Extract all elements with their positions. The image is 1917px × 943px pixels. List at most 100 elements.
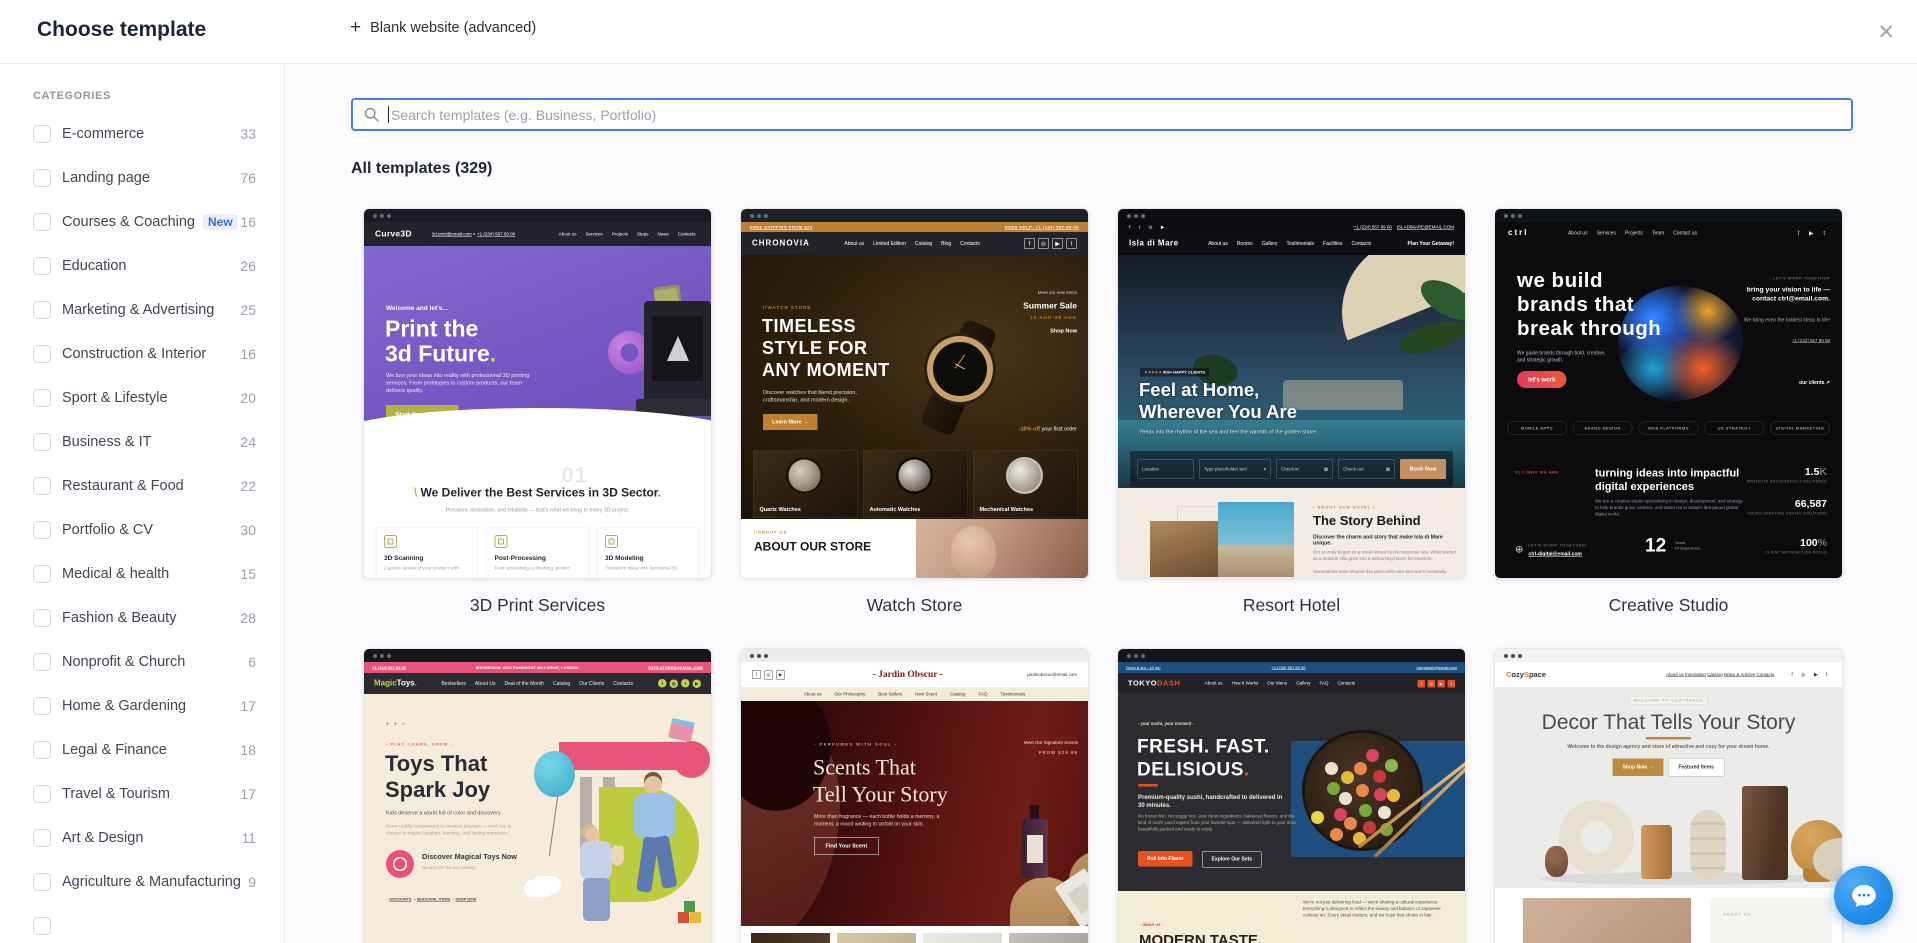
chat-widget-button[interactable] <box>1834 866 1893 925</box>
category-item[interactable]: Business & IT24 <box>0 420 284 464</box>
thumb-about-section: - about us - MODERN TASTE. We're not jus… <box>1118 891 1465 943</box>
category-item[interactable]: Portfolio & CV30 <box>0 508 284 552</box>
search-input[interactable] <box>389 107 1841 123</box>
thumb-hero-buttons: Shop Now → Featured Items <box>1495 758 1842 777</box>
browser-chrome <box>741 209 1088 222</box>
category-item[interactable]: Marketing & Advertising25 <box>0 288 284 332</box>
checkbox[interactable] <box>33 477 51 495</box>
category-item[interactable]: Landing page 76 <box>0 156 284 200</box>
checkbox[interactable] <box>33 609 51 627</box>
template-card-resort-hotel[interactable]: f t ◎ ▶ +1 (234) 567 89 00 ISLADIMARE@EM… <box>1117 208 1466 579</box>
plus-icon: + <box>350 21 361 35</box>
category-label: Restaurant & Food <box>62 478 184 494</box>
checkbox[interactable] <box>33 125 51 143</box>
category-count: 76 <box>240 170 256 186</box>
category-item[interactable]: Fashion & Beauty 28 <box>0 596 284 640</box>
category-item[interactable]: Education 26 <box>0 244 284 288</box>
category-item[interactable]: Legal & Finance 18 <box>0 728 284 772</box>
blank-website-button[interactable]: + Blank website (advanced) <box>350 20 536 36</box>
template-card-perfume[interactable]: f◎▶ - Jardin Obscur - jardinobscur@email… <box>740 648 1089 943</box>
thumb-nav: Isla di Mare About usRoomsGalleryTestimo… <box>1118 232 1465 255</box>
template-card-3d-print[interactable]: Curve3D 3d.print@email.com ● +1 (234) 56… <box>363 208 712 579</box>
category-label: Fashion & Beauty <box>62 610 176 626</box>
checkbox[interactable] <box>33 829 51 847</box>
category-item-partial[interactable] <box>0 904 284 943</box>
checkbox[interactable] <box>33 741 51 759</box>
category-item[interactable]: Medical & health15 <box>0 552 284 596</box>
category-item[interactable]: Nonprofit & Church6 <box>0 640 284 684</box>
category-count: 26 <box>240 258 256 274</box>
thumb-hero: - PERFUMES WITH SOUL - Scents ThatTell Y… <box>741 701 1088 926</box>
search-icon <box>363 106 380 123</box>
template-cell: FREE SHIPPING FROM $20NEED HELP: +1 (234… <box>740 208 1089 648</box>
checkbox[interactable] <box>33 653 51 671</box>
thumb-nav: TOKYODASH About usHow It WorksOur MenuGa… <box>1118 673 1465 693</box>
search-bar[interactable] <box>351 98 1853 131</box>
template-cell: ctrl About usServicesProjectsTeamContact… <box>1494 208 1843 648</box>
category-count: 18 <box>240 742 256 758</box>
checkbox[interactable] <box>33 213 51 231</box>
checkbox[interactable] <box>33 917 51 935</box>
thumb-nav: CozySpace About us Inspiration Catalog N… <box>1495 662 1842 687</box>
category-label: Sport & Lifestyle <box>62 390 168 406</box>
category-label: Landing page <box>62 170 150 186</box>
checkbox[interactable] <box>33 873 51 891</box>
category-item[interactable]: Home & Gardening17 <box>0 684 284 728</box>
thumb-services-section: 01 \ We Deliver the Best Services in 3D … <box>364 432 711 578</box>
category-item[interactable]: Art & Design11 <box>0 816 284 860</box>
category-label: Nonprofit & Church <box>62 654 185 670</box>
category-item[interactable]: Agriculture & Manufacturing9 <box>0 860 284 904</box>
category-item[interactable]: Restaurant & Food 22 <box>0 464 284 508</box>
checkbox[interactable] <box>33 301 51 319</box>
template-card-creative-studio[interactable]: ctrl About usServicesProjectsTeamContact… <box>1494 208 1843 579</box>
checkbox[interactable] <box>33 345 51 363</box>
category-count: 17 <box>240 786 256 802</box>
template-cell: CozySpace About us Inspiration Catalog N… <box>1494 648 1843 943</box>
category-item[interactable]: Courses & CoachingNew16 <box>0 200 284 244</box>
category-label: Legal & Finance <box>62 742 167 758</box>
categories-heading: CATEGORIES <box>33 90 284 102</box>
thumb-hero: ★★★★★ 900+ HAPPY CLIENTS Feel at Home,Wh… <box>1118 255 1465 488</box>
category-count: 28 <box>240 610 256 626</box>
thumb-topbar: FREE SHIPPING FROM $20NEED HELP: +1 (234… <box>741 222 1088 232</box>
template-card-watch-store[interactable]: FREE SHIPPING FROM $20NEED HELP: +1 (234… <box>740 208 1089 579</box>
checkbox[interactable] <box>33 257 51 275</box>
category-item[interactable]: Sport & Lifestyle 20 <box>0 376 284 420</box>
thumb-header: f◎▶ - Jardin Obscur - jardinobscur@email… <box>741 662 1088 687</box>
category-item[interactable]: Construction & Interior16 <box>0 332 284 376</box>
close-icon[interactable]: ✕ <box>1873 16 1899 49</box>
browser-chrome <box>741 649 1088 662</box>
category-count: 22 <box>240 478 256 494</box>
browser-chrome <box>1118 649 1465 662</box>
categories-sidebar: CATEGORIES E-commerce33 Landing page 76 Cou… <box>0 64 285 943</box>
template-cell: f t ◎ ▶ +1 (234) 567 89 00 ISLADIMARE@EM… <box>1117 208 1466 648</box>
checkbox[interactable] <box>33 389 51 407</box>
thumb-nav: MagicToys. BestsellersAbout UsDeal of th… <box>364 673 711 694</box>
browser-chrome <box>1495 649 1842 662</box>
thumb-topbar: f t ◎ ▶ +1 (234) 567 89 00 ISLADIMARE@EM… <box>1118 222 1465 232</box>
template-card-decor[interactable]: CozySpace About us Inspiration Catalog N… <box>1494 648 1843 943</box>
category-label: Travel & Tourism <box>62 786 170 802</box>
checkbox[interactable] <box>33 565 51 583</box>
chat-bubble-icon <box>1849 881 1879 911</box>
template-card-toys[interactable]: +1 (234) 567 89 00SHOWROOM: 3254 RANEMON… <box>363 648 712 943</box>
thumb-topbar: Open 8 am - 10 pm+1 (234) 567 89 00tokyo… <box>1118 662 1465 673</box>
category-item[interactable]: E-commerce33 <box>0 112 284 156</box>
template-cell: Open 8 am - 10 pm+1 (234) 567 89 00tokyo… <box>1117 648 1466 943</box>
checkbox[interactable] <box>33 697 51 715</box>
checkbox[interactable] <box>33 433 51 451</box>
browser-chrome <box>1495 209 1842 222</box>
category-list: E-commerce33 Landing page 76 Courses & Coac… <box>0 112 284 943</box>
chevron-down-icon: ▾ <box>1264 466 1266 472</box>
template-card-sushi[interactable]: Open 8 am - 10 pm+1 (234) 567 89 00tokyo… <box>1117 648 1466 943</box>
category-item[interactable]: Travel & Tourism 17 <box>0 772 284 816</box>
category-label: Education <box>62 258 127 274</box>
booking-bar: Location Type placeholder text▾ Check-in… <box>1130 451 1453 487</box>
checkbox[interactable] <box>33 521 51 539</box>
category-count: 25 <box>240 302 256 318</box>
checkbox[interactable] <box>33 785 51 803</box>
category-count: 24 <box>240 434 256 450</box>
category-label: Medical & health <box>62 566 169 582</box>
checkbox[interactable] <box>33 169 51 187</box>
category-count: 20 <box>240 390 256 406</box>
